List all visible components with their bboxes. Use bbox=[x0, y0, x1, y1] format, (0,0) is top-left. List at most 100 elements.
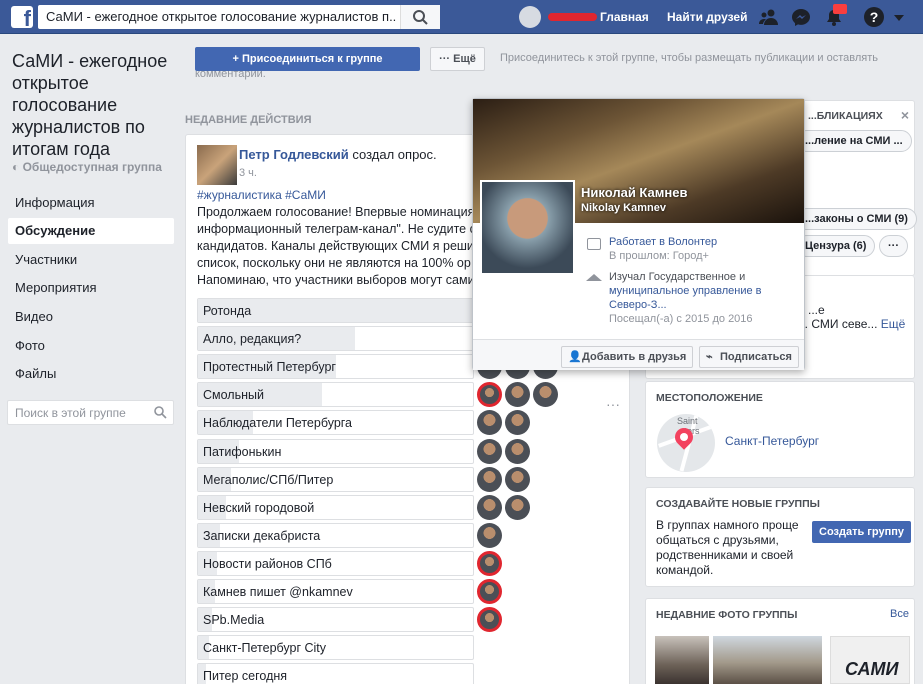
poll-option[interactable]: Новости районов СПб bbox=[197, 550, 474, 576]
group-title[interactable]: СаМИ - ежегодное открытое голосование жу… bbox=[12, 50, 177, 160]
poll-option-label: Наблюдатели Петербурга bbox=[203, 416, 353, 431]
nav-video[interactable]: Видео bbox=[8, 304, 174, 330]
poll-option[interactable]: Камнев пишет @nkamnev bbox=[197, 579, 474, 604]
more-topics-button[interactable]: ··· bbox=[879, 235, 908, 257]
add-friend-icon: 👤 bbox=[568, 351, 582, 363]
education-line: Северо-З... bbox=[609, 299, 667, 311]
messenger-icon[interactable] bbox=[791, 8, 811, 26]
voter-avatar[interactable] bbox=[477, 438, 502, 464]
education-dates: Посещал(-а) с 2015 до 2016 bbox=[609, 313, 753, 325]
voter-avatar[interactable] bbox=[477, 579, 502, 604]
voter-avatar[interactable] bbox=[505, 494, 530, 520]
find-friends-link[interactable]: Найти друзей bbox=[667, 10, 747, 24]
recent-activity-heading: НЕДАВНИЕ ДЕЙСТВИЯ bbox=[185, 114, 312, 126]
see-all-photos-link[interactable]: Все bbox=[890, 608, 909, 620]
city-link[interactable]: Санкт-Петербург bbox=[725, 434, 819, 448]
help-icon[interactable]: ? bbox=[864, 7, 884, 27]
create-group-line: В группах намного проще bbox=[656, 518, 799, 532]
profile-avatar[interactable] bbox=[519, 6, 541, 28]
voter-avatar[interactable] bbox=[533, 382, 558, 408]
voter-avatar[interactable] bbox=[477, 382, 502, 408]
poll-option-label: Новости районов СПб bbox=[203, 556, 332, 571]
poll-option[interactable]: Мегаполис/СПб/Питер bbox=[197, 466, 474, 492]
work-past: В прошлом: Город+ bbox=[609, 250, 709, 262]
nav-events[interactable]: Мероприятия bbox=[8, 275, 174, 301]
poll-option[interactable]: Невский городовой bbox=[197, 494, 474, 520]
search-input[interactable]: СаМИ - ежегодное открытое голосование жу… bbox=[38, 5, 440, 29]
nav-photos[interactable]: Фото bbox=[8, 333, 174, 359]
group-photo-thumb[interactable] bbox=[655, 636, 709, 684]
create-group-line: общаться с друзьями, bbox=[656, 533, 779, 547]
voter-avatar[interactable] bbox=[505, 382, 530, 408]
create-group-button[interactable]: Создать группу bbox=[812, 521, 911, 543]
voter-avatar[interactable] bbox=[477, 607, 502, 633]
add-friend-button[interactable]: 👤 Добавить в друзья bbox=[561, 346, 693, 368]
voter-avatar[interactable] bbox=[505, 438, 530, 464]
topic-chip[interactable]: ...законы о СМИ (9) bbox=[796, 208, 917, 230]
group-photo-thumb[interactable] bbox=[713, 636, 822, 684]
hovercard-avatar[interactable] bbox=[480, 180, 575, 275]
location-card: МЕСТОПОЛОЖЕНИЕ Saint ...ters Санкт-Петер… bbox=[645, 381, 915, 478]
poll-option[interactable]: Алло, редакция? bbox=[197, 326, 474, 352]
poll-option[interactable]: Санкт-Петербург City bbox=[197, 635, 474, 661]
voter-avatar[interactable] bbox=[477, 410, 502, 436]
home-link[interactable]: Главная bbox=[600, 10, 649, 24]
create-group-text: В группах намного проще общаться с друзь… bbox=[656, 518, 806, 578]
education-icon bbox=[586, 274, 602, 281]
poll-option[interactable]: Смольный bbox=[197, 382, 474, 408]
voter-avatar[interactable] bbox=[477, 522, 502, 548]
see-more-link[interactable]: Ещё bbox=[881, 317, 906, 331]
poll-option[interactable]: Питер сегодня bbox=[197, 663, 474, 684]
subscribe-label: Подписаться bbox=[720, 351, 792, 363]
more-options-icon[interactable]: ··· bbox=[606, 396, 620, 412]
author-name[interactable]: Петр Годлевский bbox=[239, 147, 349, 162]
poll-option[interactable]: Ротонда bbox=[197, 298, 474, 323]
work-line: Работает в Волонтер bbox=[609, 236, 718, 248]
post-time[interactable]: 3 ч. bbox=[239, 167, 257, 179]
group-type-label: Общедоступная группа bbox=[22, 160, 162, 174]
nav-discussion[interactable]: Обсуждение bbox=[8, 218, 174, 244]
recent-photos-heading: НЕДАВНИЕ ФОТО ГРУППЫ bbox=[656, 609, 798, 621]
create-group-line: родственниками и своей bbox=[656, 548, 794, 562]
hovercard-alt-name: Nikolay Kamnev bbox=[581, 202, 666, 214]
location-heading: МЕСТОПОЛОЖЕНИЕ bbox=[656, 392, 763, 404]
subscribe-button[interactable]: ⌁ Подписаться bbox=[699, 346, 799, 368]
location-map[interactable]: Saint ...ters bbox=[657, 414, 715, 472]
nav-members[interactable]: Участники bbox=[8, 247, 174, 273]
group-photo-thumb[interactable]: САМИ bbox=[830, 636, 910, 684]
topic-chip[interactable]: ...ление на СМИ ... bbox=[796, 130, 912, 152]
poll-option[interactable]: Наблюдатели Петербурга bbox=[197, 410, 474, 436]
voter-avatar[interactable] bbox=[477, 494, 502, 520]
poll-option-label: Протестный Петербург bbox=[203, 360, 336, 375]
voter-avatar[interactable] bbox=[477, 466, 502, 492]
voter-avatar[interactable] bbox=[505, 410, 530, 436]
close-icon[interactable]: × bbox=[901, 107, 909, 123]
voter-avatar[interactable] bbox=[477, 550, 502, 576]
author-avatar[interactable] bbox=[197, 145, 237, 185]
globe-icon: ◐ bbox=[12, 160, 20, 174]
top-navigation-bar: f СаМИ - ежегодное открытое голосование … bbox=[0, 0, 923, 34]
group-search-input[interactable]: Поиск в этой группе bbox=[7, 400, 174, 425]
search-button[interactable] bbox=[400, 5, 440, 29]
poll-option-label: Патифонькин bbox=[203, 444, 282, 459]
search-icon bbox=[413, 10, 428, 25]
friends-icon[interactable] bbox=[759, 8, 779, 26]
poll-option[interactable]: Протестный Петербург bbox=[197, 354, 474, 380]
nav-files[interactable]: Файлы bbox=[8, 361, 174, 387]
group-search-placeholder: Поиск в этой группе bbox=[15, 406, 126, 420]
poll-option[interactable]: Записки декабриста bbox=[197, 522, 474, 548]
nav-info[interactable]: Информация bbox=[8, 190, 174, 216]
poll-option[interactable]: SPb.Media bbox=[197, 607, 474, 633]
poll-option[interactable]: Патифонькин bbox=[197, 438, 474, 464]
poll-option-label: Невский городовой bbox=[203, 500, 315, 515]
poll-option-label: Ротонда bbox=[203, 304, 252, 318]
hovercard-actions: 👤 Добавить в друзья ⌁ Подписаться bbox=[473, 339, 804, 370]
voter-avatar[interactable] bbox=[505, 466, 530, 492]
facebook-logo-icon[interactable]: f bbox=[11, 6, 33, 28]
topic-chip[interactable]: Цензура (6) bbox=[796, 235, 876, 257]
post-hashtags[interactable]: #журналистика #СаМИ bbox=[197, 188, 326, 202]
poll-option-label: Санкт-Петербург City bbox=[203, 641, 327, 656]
education-line: Изучал Государственное и bbox=[609, 271, 746, 283]
dropdown-caret-icon[interactable] bbox=[894, 15, 904, 21]
hovercard-name[interactable]: Николай Камнев bbox=[581, 185, 687, 200]
